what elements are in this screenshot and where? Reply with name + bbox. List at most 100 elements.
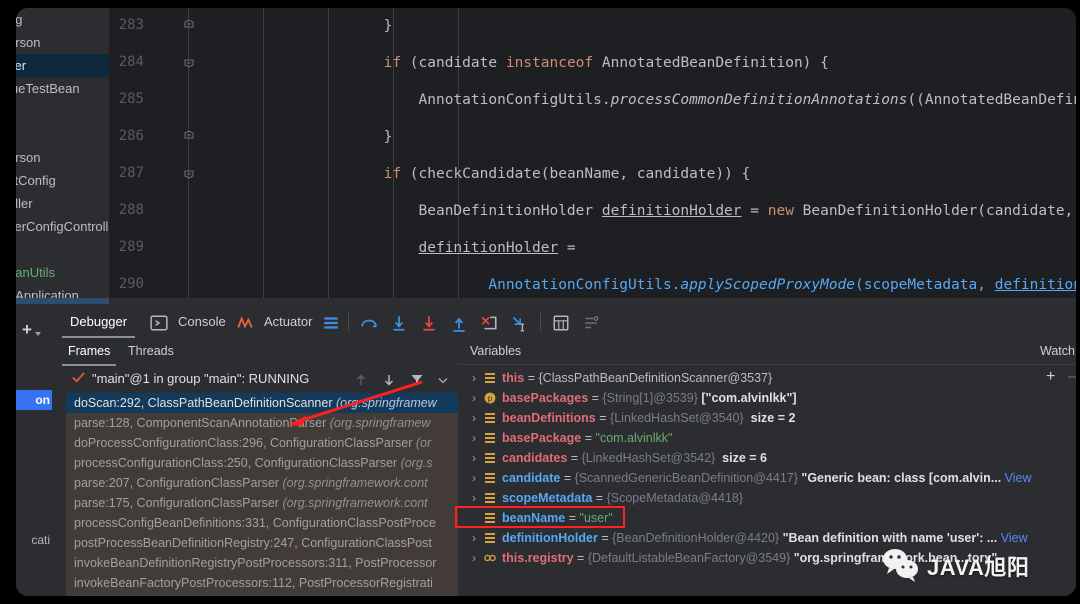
variable-row[interactable]: › this.registry = {DefaultListableBeanFa… (458, 548, 1034, 568)
step-into-icon[interactable] (390, 314, 408, 332)
tab-console[interactable]: Console (170, 306, 234, 338)
variable-row[interactable]: › this = {ClassPathBeanDefinitionScanner… (458, 368, 1034, 388)
tab-threads[interactable]: Threads (122, 338, 180, 364)
chevron-right-icon[interactable]: › (468, 528, 480, 548)
run-to-cursor-icon[interactable] (510, 314, 528, 332)
stack-frame[interactable]: invokeBeanFactoryPostProcessors:112, Pos… (66, 573, 458, 593)
tree-item[interactable]: serConfigControll (16, 215, 109, 238)
chevron-right-icon[interactable]: › (468, 488, 480, 508)
view-link[interactable]: View (1001, 531, 1028, 545)
code-line[interactable]: if (checkCandidate(beanName, candidate))… (199, 156, 1076, 193)
code-text-area[interactable]: } if (candidate instanceof AnnotatedBean… (199, 8, 1076, 298)
variable-row[interactable]: › beanDefinitions = {LinkedHashSet@3540}… (458, 408, 1034, 428)
add-tab-button[interactable]: + (22, 320, 32, 340)
tab-actuator[interactable]: Actuator (256, 306, 320, 338)
tab-frames[interactable]: Frames (62, 338, 117, 366)
code-line[interactable]: BeanDefinitionHolder definitionHolder = … (199, 193, 1076, 230)
editor-gutter[interactable]: 283 284 285 286 287 288 289 290 (109, 8, 199, 298)
chevron-right-icon[interactable]: › (468, 408, 480, 428)
code-line[interactable]: AnnotationConfigUtils.processCommonDefin… (199, 82, 1077, 119)
drop-frame-icon[interactable] (480, 314, 498, 332)
code-line[interactable]: } (199, 119, 1076, 156)
variable-row[interactable]: › candidates = {LinkedHashSet@3542} size… (458, 448, 1034, 468)
show-execution-point-icon[interactable] (322, 314, 340, 332)
settings-icon[interactable] (582, 314, 600, 332)
chevron-down-icon[interactable] (436, 373, 450, 387)
stack-frame[interactable]: parse:207, ConfigurationClassParser (org… (66, 473, 458, 493)
actuator-icon[interactable] (236, 314, 254, 332)
arrow-down-icon[interactable] (382, 373, 396, 387)
thread-row[interactable]: "main"@1 in group "main": RUNNING (54, 366, 458, 392)
code-line[interactable]: if (candidate instanceof AnnotatedBeanDe… (199, 45, 1076, 82)
variable-row-beanname[interactable]: beanName = "user" (458, 508, 1034, 528)
code-editor[interactable]: 283 284 285 286 287 288 289 290} if (ca… (109, 8, 1076, 298)
frame-package: (org.springframework.cont (282, 496, 428, 510)
step-over-icon[interactable] (360, 314, 378, 332)
chevron-right-icon[interactable]: › (468, 428, 480, 448)
tree-item[interactable]: oller (16, 192, 109, 215)
editor-toolwindow-divider[interactable] (16, 298, 1076, 306)
tab-debugger[interactable]: Debugger (62, 306, 136, 338)
frame-method: parse:128, ComponentScanAnnotationParser (74, 416, 330, 430)
stack-frame-selected[interactable]: doScan:292, ClassPathBeanDefinitionScann… (66, 393, 458, 413)
variable-row[interactable]: › basePackage = "com.alvinlkk" (458, 428, 1034, 448)
project-tree-sidebar[interactable]: og erson ser lueTestBean g t erson stCon… (16, 8, 109, 298)
variable-row[interactable]: › definitionHolder = {BeanDefinitionHold… (458, 528, 1034, 548)
code-line[interactable]: AnnotationConfigUtils.applyScopedProxyMo… (199, 267, 1076, 298)
field-icon (485, 493, 495, 503)
stack-frame[interactable]: invokeBeanDefinitionRegistryPostProcesso… (66, 553, 458, 573)
fold-end-icon[interactable] (183, 130, 195, 142)
evaluate-expression-icon[interactable] (552, 314, 570, 332)
chevron-right-icon[interactable]: › (468, 548, 480, 568)
tree-item[interactable]: erson (16, 31, 109, 54)
chevron-right-icon[interactable]: › (468, 388, 480, 408)
tree-item[interactable]: og (16, 8, 109, 31)
force-step-into-icon[interactable] (420, 314, 438, 332)
tree-item[interactable]: lueTestBean (16, 77, 109, 100)
tree-item[interactable]: g (16, 100, 109, 123)
tree-item[interactable]: stConfig (16, 169, 109, 192)
variable-text: basePackage = "com.alvinlkk" (502, 431, 673, 445)
code-line[interactable]: definitionHolder = (199, 230, 1076, 267)
variable-row[interactable]: › scopeMetadata = {ScopeMetadata@4418} (458, 488, 1034, 508)
step-out-icon[interactable] (450, 314, 468, 332)
frame-package: (org.s (400, 456, 433, 470)
static-field-icon (484, 554, 496, 562)
run-tab-active[interactable]: on (16, 390, 52, 410)
view-link[interactable]: View (1005, 471, 1032, 485)
chevron-right-icon[interactable]: › (468, 368, 480, 388)
fold-start-icon[interactable] (183, 56, 195, 68)
chevron-right-icon[interactable]: › (468, 468, 480, 488)
stack-frame[interactable]: parse:175, ConfigurationClassParser (org… (66, 493, 458, 513)
call-stack-list[interactable]: doScan:292, ClassPathBeanDefinitionScann… (66, 393, 458, 596)
tree-item[interactable]: erson (16, 146, 109, 169)
line-number: 283 (118, 17, 144, 33)
variable-text: this.registry = {DefaultListableBeanFact… (502, 551, 998, 565)
frame-method: invokeBeanFactoryPostProcessors:112, Pos… (74, 576, 433, 590)
fold-start-icon[interactable] (183, 167, 195, 179)
toolbar-separator (348, 313, 349, 331)
code-line[interactable]: } (199, 8, 1076, 45)
remove-watch-button[interactable]: — (1068, 368, 1076, 386)
fold-end-icon[interactable] (183, 19, 195, 31)
tree-item[interactable]: t (16, 123, 109, 146)
variable-row[interactable]: › p basePackages = {String[1]@3539} ["co… (458, 388, 1034, 408)
stack-frame[interactable]: postProcessBeanDefinitionRegistry:247, C… (66, 533, 458, 553)
line-number: 285 (118, 91, 144, 107)
variables-panel: Variables › this = {ClassPathBeanDefinit… (458, 338, 1034, 596)
chevron-down-icon[interactable] (35, 332, 41, 336)
tree-item[interactable]: gApplication (16, 284, 109, 298)
stack-frame[interactable]: parse:128, ComponentScanAnnotationParser… (66, 413, 458, 433)
stack-frame[interactable]: processConfigBeanDefinitions:331, Config… (66, 513, 458, 533)
tree-item-selected[interactable]: ser (16, 54, 109, 77)
tree-item[interactable]: eanUtils (16, 261, 109, 284)
stack-frame[interactable]: doProcessConfigurationClass:296, Configu… (66, 433, 458, 453)
add-watch-button[interactable]: + (1046, 368, 1055, 386)
stack-frame[interactable]: processConfigurationClass:250, Configura… (66, 453, 458, 473)
filter-icon[interactable] (410, 373, 424, 387)
run-tab-inactive[interactable]: cati (16, 530, 52, 550)
variable-row[interactable]: › candidate = {ScannedGenericBeanDefinit… (458, 468, 1034, 488)
console-icon[interactable] (150, 314, 168, 332)
arrow-up-icon[interactable] (354, 373, 368, 387)
chevron-right-icon[interactable]: › (468, 448, 480, 468)
